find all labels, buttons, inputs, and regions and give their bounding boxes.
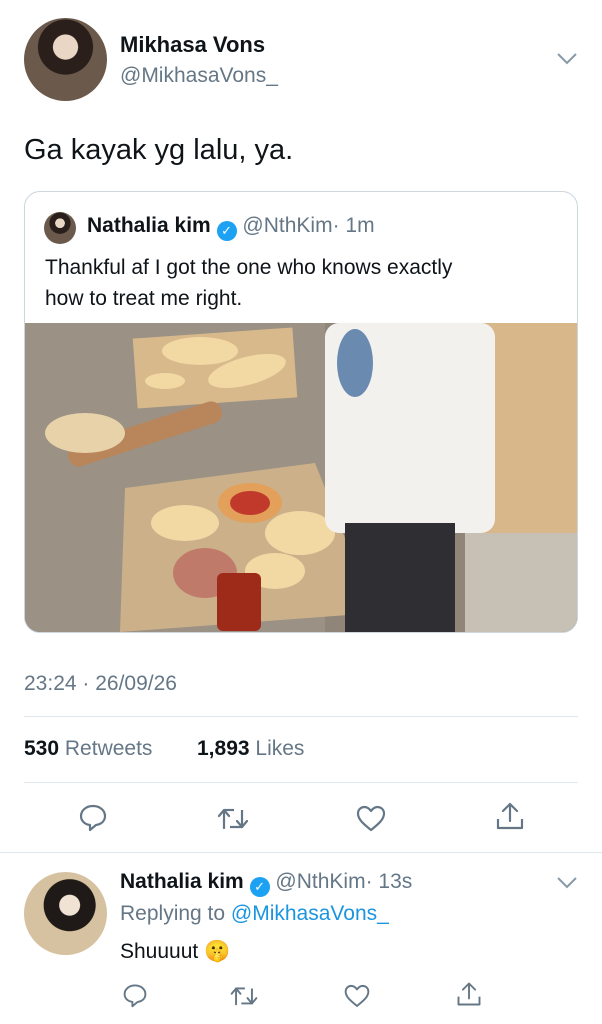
chevron-down-icon	[557, 53, 577, 65]
reply-time: · 13s	[365, 870, 413, 893]
reply-like-button[interactable]	[343, 983, 371, 1008]
author-handle[interactable]: @MikhasaVons_	[120, 64, 278, 88]
verified-badge-icon: ✓	[216, 221, 237, 241]
retweets-label: Retweets	[64, 737, 153, 760]
reply-author-handle[interactable]: @NthKim	[275, 870, 365, 893]
quoted-time: · 1m	[332, 214, 375, 237]
reply-text: Shuuuut	[120, 940, 199, 963]
quoted-author-avatar	[44, 212, 76, 244]
reply-author-avatar[interactable]	[24, 872, 107, 955]
retweets-stat[interactable]: 530 Retweets	[24, 737, 152, 761]
quoted-author-name: Nathalia kim	[87, 214, 211, 237]
author-name[interactable]: Mikhasa Vons	[120, 32, 265, 58]
quoted-tweet-photo[interactable]	[25, 323, 577, 632]
retweet-icon	[230, 987, 258, 1006]
share-icon	[457, 982, 481, 1006]
divider	[24, 716, 578, 717]
quoted-author-handle: @NthKim	[242, 214, 333, 237]
likes-count: 1,893	[197, 737, 250, 760]
share-button[interactable]	[494, 800, 526, 832]
chevron-down-icon	[557, 877, 577, 889]
retweets-count: 530	[24, 737, 60, 760]
share-icon	[496, 802, 524, 830]
retweet-icon	[217, 808, 249, 830]
kitchen-photo-illustration	[25, 323, 577, 632]
replying-to-label: Replying to	[120, 902, 226, 925]
tweet-text: Ga kayak yg lalu, ya.	[24, 134, 294, 166]
shushing-face-emoji: 🤫	[204, 940, 231, 963]
heart-icon	[356, 805, 386, 832]
tweet-timestamp[interactable]: 23:24 · 26/09/26	[24, 672, 177, 696]
likes-label: Likes	[255, 737, 305, 760]
divider	[0, 852, 602, 853]
reply-more-options-button[interactable]	[556, 876, 578, 895]
reply-retweet-button[interactable]	[229, 983, 259, 1008]
more-options-button[interactable]	[556, 52, 578, 71]
reply-author-name[interactable]: Nathalia kim	[120, 870, 244, 893]
quoted-tweet-card[interactable]: Nathalia kim ✓ @NthKim· 1m Thankful af I…	[24, 191, 578, 633]
reply-share-button[interactable]	[455, 980, 483, 1008]
retweet-button[interactable]	[216, 804, 250, 832]
reply-icon	[79, 804, 107, 832]
heart-icon	[344, 984, 370, 1007]
quoted-text-line-2: how to treat me right.	[45, 287, 243, 310]
likes-stat[interactable]: 1,893 Likes	[197, 737, 304, 761]
reply-button[interactable]	[78, 802, 108, 832]
verified-badge-icon: ✓	[249, 877, 270, 897]
divider	[24, 782, 578, 783]
like-button[interactable]	[355, 804, 387, 832]
reply-icon	[123, 984, 147, 1008]
author-avatar[interactable]	[24, 18, 107, 101]
reply-reply-button[interactable]	[122, 982, 148, 1008]
quoted-text-line-1: Thankful af I got the one who knows exac…	[45, 256, 453, 279]
replying-to-link[interactable]: @MikhasaVons_	[231, 902, 389, 925]
